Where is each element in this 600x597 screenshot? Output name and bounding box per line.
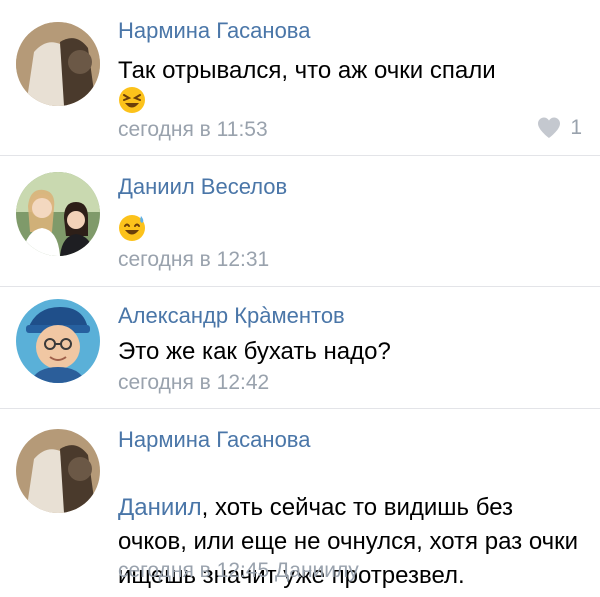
like-count: 1 — [570, 116, 582, 139]
comment-text: Так отрывался, что аж очки спали — [118, 57, 496, 84]
comment-timestamp: сегодня в 11:53 — [118, 118, 268, 141]
avatar[interactable] — [16, 22, 100, 106]
avatar[interactable] — [16, 299, 100, 383]
comment-author[interactable]: Александр Крàментов — [118, 303, 345, 329]
comment-author[interactable]: Даниил Веселов — [118, 174, 287, 200]
sweat-smile-face-icon — [118, 214, 146, 242]
comment-timestamp: сегодня в 12:31 — [118, 248, 270, 271]
heart-icon — [538, 117, 561, 138]
comment-author[interactable]: Нармина Гасанова — [118, 18, 310, 44]
comment-item: Александр Крàментов Это же как бухать на… — [0, 287, 600, 409]
comment-text: Это же как бухать надо? — [118, 338, 391, 365]
mention-link[interactable]: Даниил — [118, 494, 202, 521]
reply-to-link[interactable]: Даниилу — [275, 559, 359, 582]
avatar[interactable] — [16, 429, 100, 513]
comment-item: Даниил Веселов сегодня в 12:31 — [0, 156, 600, 287]
comment-timestamp: сегодня в 12:45 Даниилу — [118, 559, 359, 583]
comment-item: Нармина Гасанова Даниил, хоть сейчас то … — [0, 409, 600, 597]
timestamp-text: сегодня в 12:45 — [118, 559, 270, 582]
avatar[interactable] — [16, 172, 100, 256]
like-button[interactable]: 1 — [536, 116, 582, 140]
comment-item: Нармина Гасанова Так отрывался, что аж о… — [0, 0, 600, 156]
laughing-squinting-face-icon — [118, 86, 146, 114]
comment-author[interactable]: Нармина Гасанова — [118, 427, 310, 453]
comment-timestamp: сегодня в 12:42 — [118, 371, 270, 394]
